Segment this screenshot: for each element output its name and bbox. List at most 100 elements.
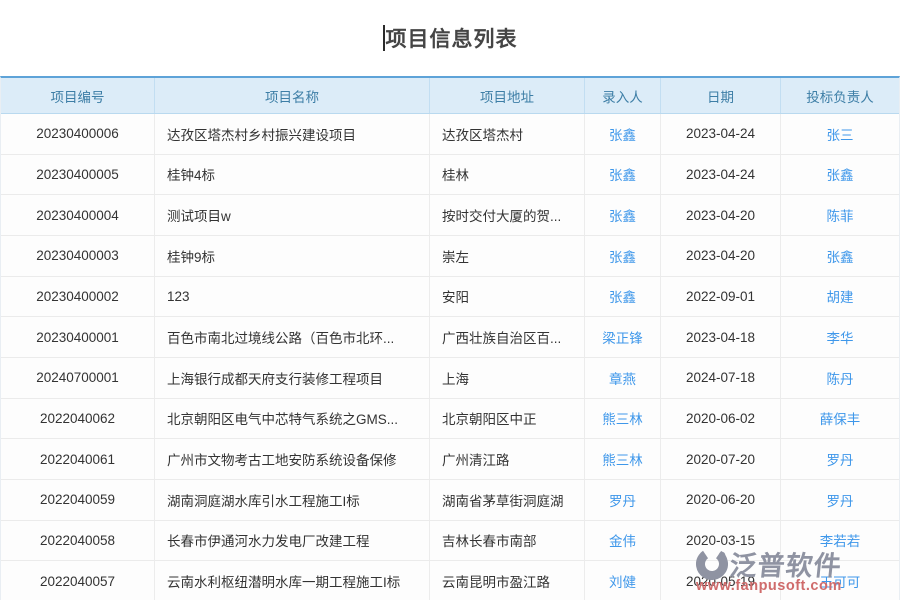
cell-project-address: 安阳 xyxy=(430,277,585,317)
cell-bid-manager: 罗丹 xyxy=(781,439,899,479)
cell-project-name: 百色市南北过境线公路（百色市北环... xyxy=(155,317,430,357)
cell-date: 2023-04-20 xyxy=(661,195,781,235)
cell-project-address: 广西壮族自治区百... xyxy=(430,317,585,357)
table-row: 2022040061 广州市文物考古工地安防系统设备保修 广州清江路 熊三林 2… xyxy=(1,439,899,480)
cell-project-address: 上海 xyxy=(430,358,585,398)
cell-project-number: 20230400006 xyxy=(1,114,155,154)
enterer-link[interactable]: 张鑫 xyxy=(609,286,636,306)
cell-bid-manager: 罗丹 xyxy=(781,480,899,520)
cell-project-number: 2022040058 xyxy=(1,521,155,561)
cell-enterer: 张鑫 xyxy=(585,236,661,276)
bid-manager-link[interactable]: 张鑫 xyxy=(827,164,854,184)
project-table: 项目编号 项目名称 项目地址 录入人 日期 投标负责人 20230400006 … xyxy=(0,76,900,600)
text-cursor-artifact xyxy=(383,25,385,51)
cell-project-name: 云南水利枢纽潜明水库一期工程施工I标 xyxy=(155,561,430,600)
enterer-link[interactable]: 罗丹 xyxy=(609,490,636,510)
cell-enterer: 熊三林 xyxy=(585,439,661,479)
cell-date: 2024-07-18 xyxy=(661,358,781,398)
bid-manager-link[interactable]: 陈菲 xyxy=(827,205,854,225)
cell-enterer: 梁正锋 xyxy=(585,317,661,357)
cell-bid-manager: 薛保丰 xyxy=(781,399,899,439)
cell-project-number: 20230400001 xyxy=(1,317,155,357)
table-row: 20230400005 桂钟4标 桂林 张鑫 2023-04-24 张鑫 xyxy=(1,155,899,196)
cell-project-name: 广州市文物考古工地安防系统设备保修 xyxy=(155,439,430,479)
bid-manager-link[interactable]: 张鑫 xyxy=(827,246,854,266)
cell-enterer: 金伟 xyxy=(585,521,661,561)
table-row: 20240700001 上海银行成都天府支行装修工程项目 上海 章燕 2024-… xyxy=(1,358,899,399)
enterer-link[interactable]: 梁正锋 xyxy=(602,327,643,347)
cell-project-name: 上海银行成都天府支行装修工程项目 xyxy=(155,358,430,398)
enterer-link[interactable]: 金伟 xyxy=(609,530,636,550)
cell-bid-manager: 张鑫 xyxy=(781,236,899,276)
bid-manager-link[interactable]: 胡建 xyxy=(827,286,854,306)
enterer-link[interactable]: 刘健 xyxy=(609,571,636,591)
enterer-link[interactable]: 张鑫 xyxy=(609,205,636,225)
cell-bid-manager: 李华 xyxy=(781,317,899,357)
cell-enterer: 章燕 xyxy=(585,358,661,398)
column-header-project-number: 项目编号 xyxy=(1,78,155,113)
cell-project-address: 云南昆明市盈江路 xyxy=(430,561,585,600)
enterer-link[interactable]: 熊三林 xyxy=(602,449,643,469)
project-info-page: 项目信息列表 项目编号 项目名称 项目地址 录入人 日期 投标负责人 20230… xyxy=(0,0,900,600)
enterer-link[interactable]: 熊三林 xyxy=(602,408,643,428)
cell-bid-manager: 张鑫 xyxy=(781,155,899,195)
cell-bid-manager: 张三 xyxy=(781,114,899,154)
enterer-link[interactable]: 张鑫 xyxy=(609,164,636,184)
cell-project-name: 桂钟4标 xyxy=(155,155,430,195)
cell-bid-manager: 胡建 xyxy=(781,277,899,317)
cell-project-address: 北京朝阳区中正 xyxy=(430,399,585,439)
page-title: 项目信息列表 xyxy=(386,23,518,53)
cell-enterer: 张鑫 xyxy=(585,277,661,317)
cell-project-name: 长春市伊通河水力发电厂改建工程 xyxy=(155,521,430,561)
cell-project-address: 吉林长春市南部 xyxy=(430,521,585,561)
cell-project-number: 2022040057 xyxy=(1,561,155,600)
cell-project-address: 崇左 xyxy=(430,236,585,276)
bid-manager-link[interactable]: 薛保丰 xyxy=(820,408,861,428)
bid-manager-link[interactable]: 张三 xyxy=(827,124,854,144)
table-row: 20230400002 123 安阳 张鑫 2022-09-01 胡建 xyxy=(1,277,899,318)
bid-manager-link[interactable]: 陈丹 xyxy=(827,368,854,388)
column-header-date: 日期 xyxy=(661,78,781,113)
bid-manager-link[interactable]: 罗丹 xyxy=(827,490,854,510)
cell-date: 2020-06-20 xyxy=(661,480,781,520)
cell-project-name: 测试项目w xyxy=(155,195,430,235)
enterer-link[interactable]: 章燕 xyxy=(609,368,636,388)
table-header-row: 项目编号 项目名称 项目地址 录入人 日期 投标负责人 xyxy=(1,78,899,114)
cell-project-number: 20230400004 xyxy=(1,195,155,235)
cell-bid-manager: 陈菲 xyxy=(781,195,899,235)
cell-project-address: 按时交付大厦的贺... xyxy=(430,195,585,235)
cell-enterer: 刘健 xyxy=(585,561,661,600)
cell-enterer: 张鑫 xyxy=(585,195,661,235)
table-row: 2022040059 湖南洞庭湖水库引水工程施工I标 湖南省茅草街洞庭湖 罗丹 … xyxy=(1,480,899,521)
column-header-bid-manager: 投标负责人 xyxy=(781,78,899,113)
cell-project-number: 20240700001 xyxy=(1,358,155,398)
watermark-url-text: www.fanpusoft.com xyxy=(696,578,842,594)
table-row: 2022040062 北京朝阳区电气中芯特气系统之GMS... 北京朝阳区中正 … xyxy=(1,399,899,440)
cell-project-number: 2022040061 xyxy=(1,439,155,479)
cell-project-name: 达孜区塔杰村乡村振兴建设项目 xyxy=(155,114,430,154)
table-body: 20230400006 达孜区塔杰村乡村振兴建设项目 达孜区塔杰村 张鑫 202… xyxy=(1,114,899,600)
cell-project-name: 北京朝阳区电气中芯特气系统之GMS... xyxy=(155,399,430,439)
cell-date: 2020-06-02 xyxy=(661,399,781,439)
cell-bid-manager: 陈丹 xyxy=(781,358,899,398)
bid-manager-link[interactable]: 李华 xyxy=(827,327,854,347)
cell-project-number: 2022040059 xyxy=(1,480,155,520)
bid-manager-link[interactable]: 罗丹 xyxy=(827,449,854,469)
column-header-project-name: 项目名称 xyxy=(155,78,430,113)
cell-project-number: 20230400002 xyxy=(1,277,155,317)
enterer-link[interactable]: 张鑫 xyxy=(609,124,636,144)
cell-project-number: 20230400003 xyxy=(1,236,155,276)
cell-project-address: 桂林 xyxy=(430,155,585,195)
table-row: 20230400001 百色市南北过境线公路（百色市北环... 广西壮族自治区百… xyxy=(1,317,899,358)
enterer-link[interactable]: 张鑫 xyxy=(609,246,636,266)
table-row: 20230400003 桂钟9标 崇左 张鑫 2023-04-20 张鑫 xyxy=(1,236,899,277)
cell-project-name: 桂钟9标 xyxy=(155,236,430,276)
cell-enterer: 张鑫 xyxy=(585,114,661,154)
cell-date: 2023-04-20 xyxy=(661,236,781,276)
fanpu-logo-icon xyxy=(696,548,728,580)
cell-project-number: 2022040062 xyxy=(1,399,155,439)
cell-date: 2023-04-24 xyxy=(661,114,781,154)
table-row: 20230400006 达孜区塔杰村乡村振兴建设项目 达孜区塔杰村 张鑫 202… xyxy=(1,114,899,155)
cell-project-name: 123 xyxy=(155,277,430,317)
column-header-enterer: 录入人 xyxy=(585,78,661,113)
